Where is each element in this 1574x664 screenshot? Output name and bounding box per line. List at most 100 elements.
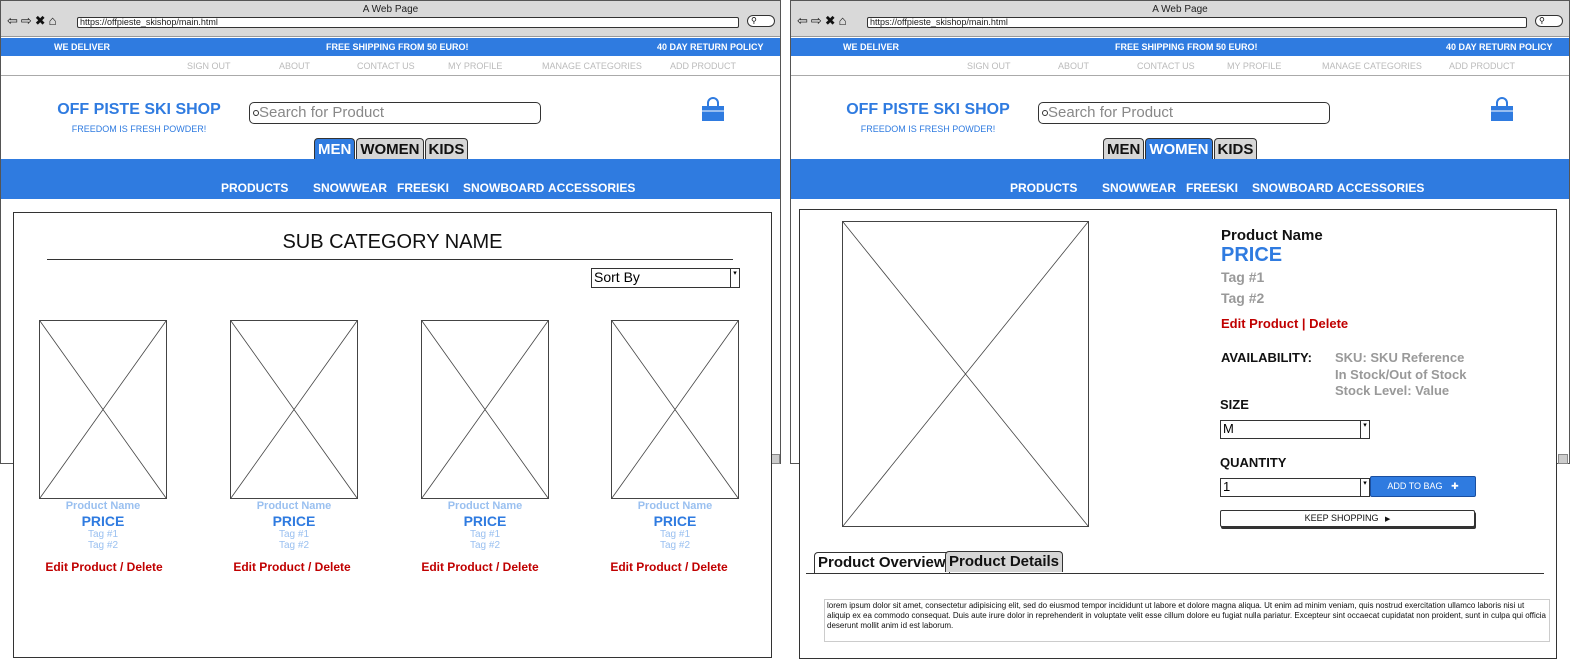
product-image-placeholder[interactable]: [842, 221, 1089, 527]
nav-products[interactable]: PRODUCTS: [221, 181, 288, 195]
link-about[interactable]: ABOUT: [1058, 61, 1089, 71]
product-name[interactable]: Product Name: [611, 500, 739, 512]
nav-products[interactable]: PRODUCTS: [1010, 181, 1077, 195]
shopping-bag-icon[interactable]: [700, 97, 726, 123]
link-add-product[interactable]: ADD PRODUCT: [1449, 61, 1515, 71]
product-price: PRICE: [272, 513, 316, 529]
nav-freeski[interactable]: FREESKI: [1186, 181, 1238, 195]
heading-divider: [47, 259, 733, 260]
link-sign-out[interactable]: SIGN OUT: [187, 61, 231, 71]
edit-delete-link[interactable]: Edit Product / Delete: [390, 560, 570, 574]
category-nav: PRODUCTS SNOWWEAR FREESKI SNOWBOARD ACCE…: [1, 159, 780, 199]
promo-we-deliver: WE DELIVER: [843, 42, 900, 52]
brand-tagline: FREEDOM IS FRESH POWDER!: [860, 124, 996, 134]
tab-product-details[interactable]: Product Details: [945, 551, 1064, 572]
chevron-down-icon: ▾: [1360, 421, 1369, 438]
product-image-placeholder[interactable]: [39, 320, 167, 499]
resize-grip-icon[interactable]: [1558, 454, 1568, 464]
chevron-down-icon: ▾: [1360, 479, 1369, 496]
product-image-placeholder[interactable]: [611, 320, 739, 499]
link-sign-out[interactable]: SIGN OUT: [967, 61, 1011, 71]
tab-men[interactable]: MEN: [1103, 138, 1145, 160]
brand-logo[interactable]: OFF PISTE SKI SHOP FREEDOM IS FRESH POWD…: [843, 101, 1013, 134]
product-tag-1[interactable]: Tag #1: [421, 529, 549, 540]
promo-bar: WE DELIVER FREE SHIPPING FROM 50 EURO! 4…: [791, 38, 1569, 56]
address-bar[interactable]: https://offpieste_skishop/main.html: [867, 17, 1527, 28]
quantity-select[interactable]: 1 ▾: [1220, 478, 1370, 497]
tab-men[interactable]: MEN: [314, 138, 356, 160]
link-about[interactable]: ABOUT: [279, 61, 310, 71]
product-tag-2[interactable]: Tag #2: [611, 540, 739, 551]
product-tag-2[interactable]: Tag #2: [421, 540, 549, 551]
tab-women[interactable]: WOMEN: [356, 138, 424, 160]
product-price: PRICE: [463, 513, 507, 529]
link-add-product[interactable]: ADD PRODUCT: [670, 61, 736, 71]
nav-accessories[interactable]: ACCESSORIES: [1337, 181, 1424, 195]
address-bar[interactable]: https://offpieste_skishop/main.html: [77, 17, 739, 28]
add-to-bag-button[interactable]: ADD TO BAG ✚: [1370, 476, 1476, 497]
nav-freeski[interactable]: FREESKI: [397, 181, 449, 195]
edit-delete-link[interactable]: Edit Product / Delete: [579, 560, 759, 574]
nav-snowboard[interactable]: SNOWBOARD: [463, 181, 544, 195]
product-image-placeholder[interactable]: [230, 320, 358, 499]
promo-we-deliver: WE DELIVER: [54, 42, 111, 52]
sort-by-select[interactable]: Sort By ▾: [591, 268, 740, 288]
browser-nav-icons[interactable]: ⇦⇨✖⌂: [7, 13, 60, 29]
link-manage-categories[interactable]: MANAGE CATEGORIES: [542, 61, 642, 71]
product-tag-1[interactable]: Tag #1: [39, 529, 167, 540]
tab-kids[interactable]: KIDS: [424, 138, 469, 160]
link-contact-us[interactable]: CONTACT US: [357, 61, 415, 71]
link-manage-categories[interactable]: MANAGE CATEGORIES: [1322, 61, 1422, 71]
product-tag-2[interactable]: Tag #2: [39, 540, 167, 551]
link-my-profile[interactable]: MY PROFILE: [448, 61, 502, 71]
tab-product-overview[interactable]: Product Overview: [814, 552, 950, 573]
nav-snowwear[interactable]: SNOWWEAR: [313, 181, 387, 195]
sku-reference: SKU: SKU Reference: [1335, 350, 1465, 365]
search-input[interactable]: Search for Product: [1038, 102, 1330, 124]
shopping-bag-icon[interactable]: [1489, 97, 1515, 123]
promo-free-shipping: FREE SHIPPING FROM 50 EURO!: [326, 42, 469, 52]
product-name[interactable]: Product Name: [421, 500, 549, 512]
sort-by-value: Sort By: [594, 269, 640, 285]
link-my-profile[interactable]: MY PROFILE: [1227, 61, 1281, 71]
edit-delete-link[interactable]: Edit Product / Delete: [202, 560, 382, 574]
tab-women[interactable]: WOMEN: [1145, 138, 1213, 160]
product-tag-1[interactable]: Tag #1: [1221, 269, 1264, 285]
product-tag-2[interactable]: Tag #2: [230, 540, 358, 551]
edit-delete-link[interactable]: Edit Product | Delete: [1221, 316, 1348, 331]
product-name[interactable]: Product Name: [39, 500, 167, 512]
product-description: lorem ipsum dolor sit amet, consectetur …: [824, 599, 1550, 642]
product-detail-frame: Product Name PRICE Tag #1 Tag #2 Edit Pr…: [799, 209, 1557, 659]
browser-titlebar: A Web Page ⇦⇨✖⌂ https://offpieste_skisho…: [791, 1, 1569, 37]
product-tag-1[interactable]: Tag #1: [611, 529, 739, 540]
keep-shopping-button[interactable]: KEEP SHOPPING ▶: [1220, 510, 1475, 527]
product-tag-2[interactable]: Tag #2: [1221, 290, 1264, 306]
window-title: A Web Page: [1152, 4, 1208, 15]
size-value: M: [1223, 421, 1234, 436]
browser-nav-icons[interactable]: ⇦⇨✖⌂: [797, 13, 850, 29]
add-to-bag-label: ADD TO BAG: [1387, 481, 1443, 491]
edit-delete-link[interactable]: Edit Product / Delete: [14, 560, 194, 574]
product-image-placeholder[interactable]: [421, 320, 549, 499]
browser-search-icon[interactable]: ⚲: [1535, 15, 1563, 27]
product-tag-1[interactable]: Tag #1: [230, 529, 358, 540]
link-contact-us[interactable]: CONTACT US: [1137, 61, 1195, 71]
size-label: SIZE: [1220, 397, 1249, 412]
image-placeholder-icon: [40, 321, 166, 498]
quantity-label: QUANTITY: [1220, 455, 1287, 470]
nav-accessories[interactable]: ACCESSORIES: [548, 181, 635, 195]
image-placeholder-icon: [422, 321, 548, 498]
play-arrow-icon: ▶: [1384, 516, 1391, 523]
nav-snowboard[interactable]: SNOWBOARD: [1252, 181, 1333, 195]
search-input[interactable]: Search for Product: [249, 102, 541, 124]
tab-kids[interactable]: KIDS: [1213, 138, 1258, 160]
nav-snowwear[interactable]: SNOWWEAR: [1102, 181, 1176, 195]
size-select[interactable]: M ▾: [1220, 420, 1370, 439]
brand-logo[interactable]: OFF PISTE SKI SHOP FREEDOM IS FRESH POWD…: [54, 101, 224, 134]
stock-level: Stock Level: Value: [1335, 383, 1450, 398]
browser-search-icon[interactable]: ⚲: [747, 15, 775, 27]
search-icon: [253, 110, 259, 116]
product-name[interactable]: Product Name: [230, 500, 358, 512]
product-name: Product Name: [1221, 227, 1323, 244]
gender-tabs: MEN WOMEN KIDS: [1103, 138, 1258, 160]
